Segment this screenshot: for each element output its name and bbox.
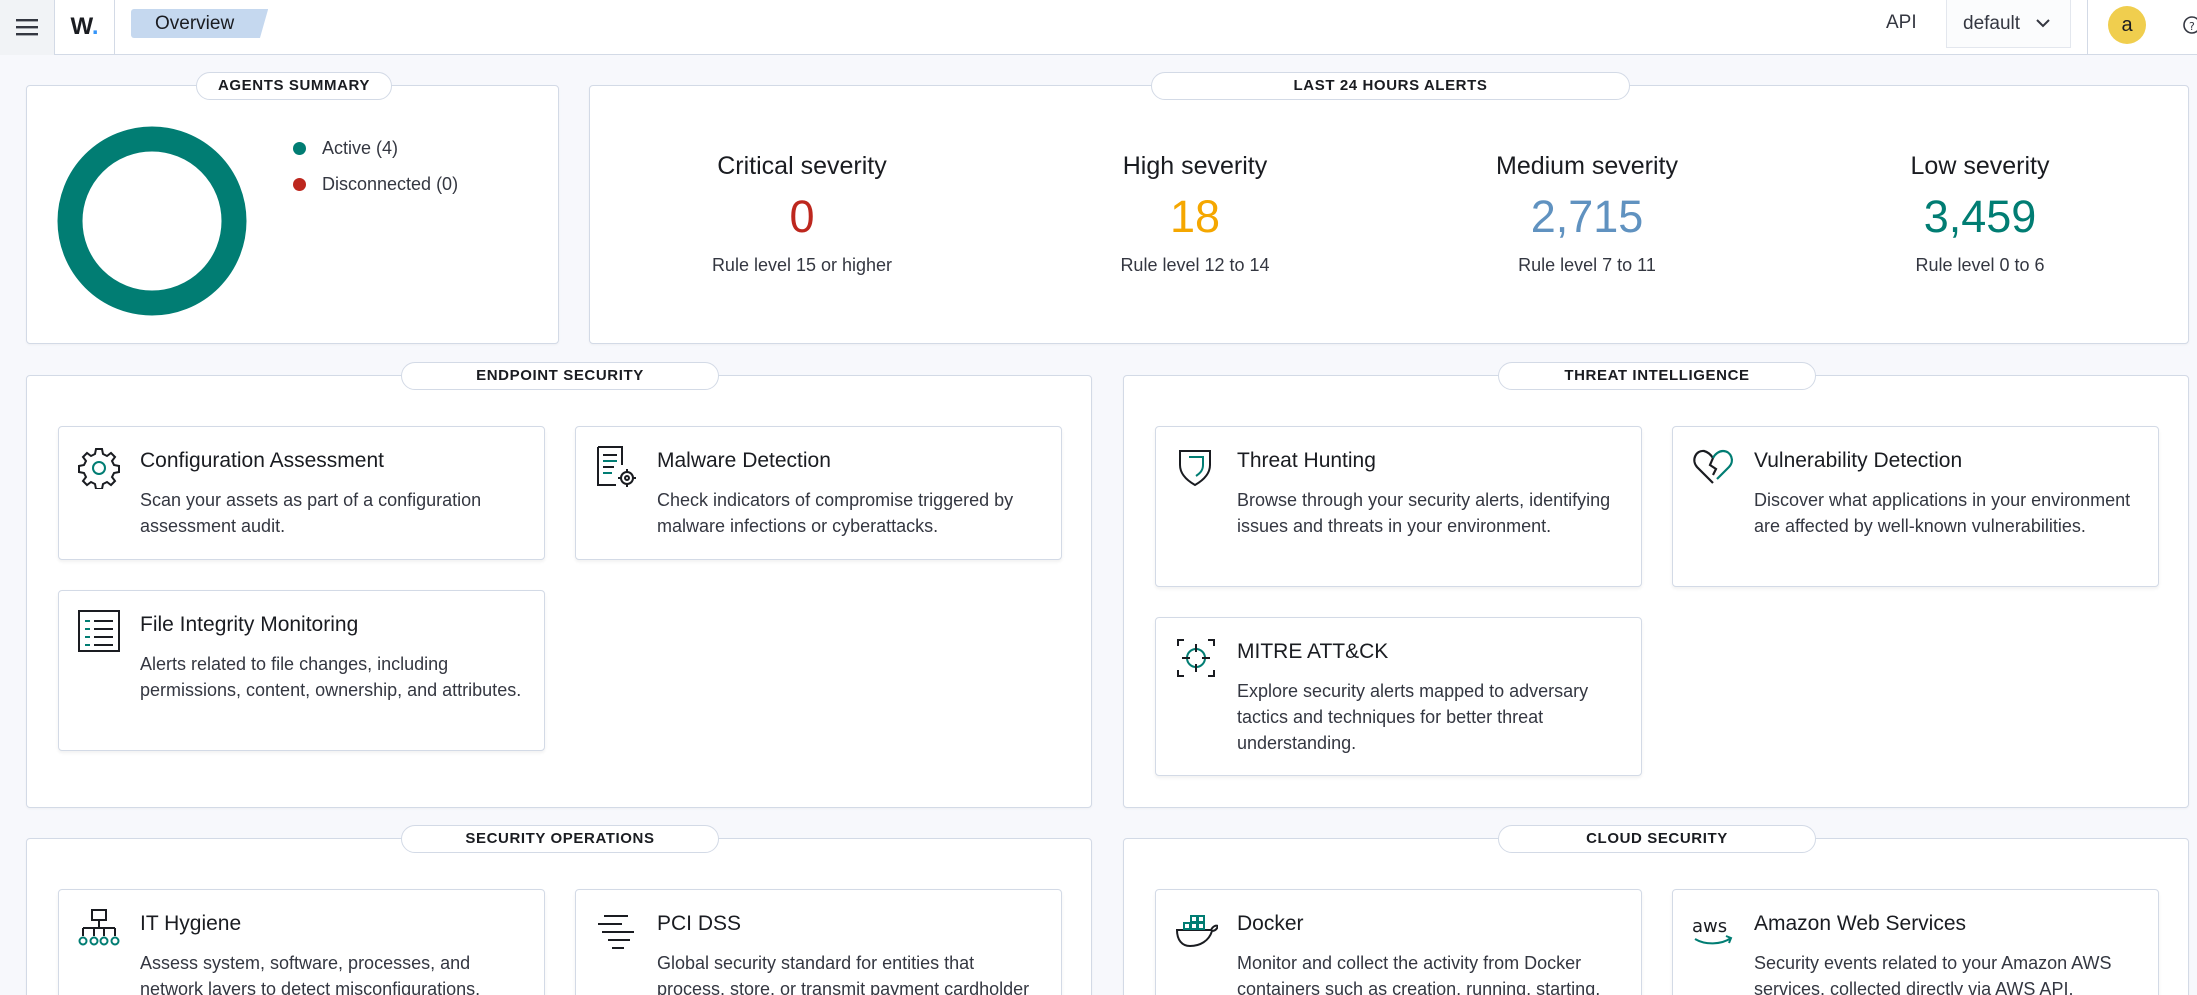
endpoint-security-panel: ENDPOINT SECURITY Configuration Assessme… (26, 362, 1092, 808)
card-description: Scan your assets as part of a configurat… (140, 490, 482, 536)
card-title: Vulnerability Detection (1754, 449, 1963, 472)
panel-title: AGENTS SUMMARY (196, 72, 392, 100)
chevron-down-icon (2036, 19, 2050, 28)
panel-title: SECURITY OPERATIONS (401, 825, 719, 853)
card-title: PCI DSS (657, 912, 742, 935)
status-dot-icon (293, 142, 306, 155)
severity-label: High severity (1122, 152, 1268, 180)
api-label[interactable]: API (1886, 12, 1917, 34)
severity-value[interactable]: 18 (1045, 191, 1345, 243)
alerts-panel: LAST 24 HOURS ALERTS Critical severity 0… (589, 72, 2189, 344)
docker-card[interactable]: Docker Monitor and collect the activity … (1155, 889, 1642, 995)
severity-value[interactable]: 0 (652, 191, 952, 243)
hamburger-icon (16, 19, 38, 36)
breadcrumb-overview[interactable]: Overview (131, 9, 269, 38)
card-description: Alerts related to file changes, includin… (140, 654, 522, 700)
docker-icon (1175, 915, 1218, 948)
legend-label: Active (4) (322, 138, 399, 158)
lines-icon (598, 915, 634, 949)
threat-hunting-card[interactable]: Threat Hunting Browse through your secur… (1155, 426, 1642, 587)
help-icon[interactable]: ? (2182, 16, 2197, 34)
aws-icon: aws (1692, 916, 1733, 945)
header-divider (2087, 0, 2088, 55)
crosshair-icon (1177, 639, 1215, 677)
agents-summary-panel: AGENTS SUMMARY Active (4) Disconnected (… (26, 72, 559, 344)
severity-value[interactable]: 2,715 (1437, 191, 1737, 243)
status-dot-icon (293, 178, 306, 191)
wazuh-logo: W. (70, 13, 99, 40)
card-description: Explore security alerts mapped to advers… (1237, 681, 1589, 753)
svg-text:?: ? (2189, 20, 2195, 33)
severity-value[interactable]: 3,459 (1830, 191, 2130, 243)
file-integrity-monitoring-card[interactable]: File Integrity Monitoring Alerts related… (58, 590, 545, 751)
menu-button[interactable] (0, 0, 55, 55)
panel-title: ENDPOINT SECURITY (401, 362, 719, 390)
home-logo-link[interactable]: W. (55, 0, 115, 55)
agents-donut-chart[interactable] (57, 126, 247, 316)
severity-label: Low severity (1910, 152, 2050, 180)
severity-desc: Rule level 12 to 14 (1120, 255, 1270, 275)
it-hygiene-card[interactable]: IT Hygiene Assess system, software, proc… (58, 889, 545, 995)
card-description: Global security standard for entities th… (657, 953, 1030, 995)
card-description: Assess system, software, processes, and … (140, 953, 481, 995)
panel-title: LAST 24 HOURS ALERTS (1151, 72, 1630, 100)
legend-active[interactable]: Active (4) (293, 138, 398, 159)
card-description: Check indicators of compromise triggered… (657, 490, 1014, 536)
threat-intelligence-panel: THREAT INTELLIGENCE Threat Hunting Brows… (1123, 362, 2189, 808)
critical-severity-stat[interactable]: Critical severity 0 Rule level 15 or hig… (652, 152, 952, 276)
card-title: Configuration Assessment (140, 449, 384, 472)
card-title: Amazon Web Services (1754, 912, 1967, 935)
malware-detection-card[interactable]: Malware Detection Check indicators of co… (575, 426, 1062, 560)
severity-desc: Rule level 0 to 6 (1915, 255, 2045, 275)
card-title: IT Hygiene (140, 912, 242, 935)
severity-desc: Rule level 15 or higher (711, 255, 893, 275)
amazon-web-services-card[interactable]: aws Amazon Web Services Security events … (1672, 889, 2159, 995)
card-description: Browse through your security alerts, ide… (1237, 490, 1611, 536)
index-pattern-select[interactable]: default (1946, 0, 2071, 48)
card-title: Malware Detection (657, 449, 831, 472)
card-title: File Integrity Monitoring (140, 613, 359, 636)
severity-label: Medium severity (1496, 152, 1678, 180)
pci-dss-card[interactable]: PCI DSS Global security standard for ent… (575, 889, 1062, 995)
card-description: Monitor and collect the activity from Do… (1237, 953, 1601, 995)
legend-disconnected[interactable]: Disconnected (0) (293, 174, 458, 195)
list-icon (78, 610, 120, 652)
network-icon (78, 909, 120, 946)
legend-label: Disconnected (0) (322, 174, 459, 194)
configuration-assessment-card[interactable]: Configuration Assessment Scan your asset… (58, 426, 545, 560)
mitre-attack-card[interactable]: MITRE ATT&CK Explore security alerts map… (1155, 617, 1642, 776)
vulnerability-detection-card[interactable]: Vulnerability Detection Discover what ap… (1672, 426, 2159, 587)
security-operations-panel: SECURITY OPERATIONS IT Hygiene Assess sy… (26, 825, 1092, 995)
broken-heart-icon (1693, 449, 1733, 484)
document-gear-icon (597, 446, 636, 487)
card-title: Threat Hunting (1237, 449, 1376, 472)
cloud-security-panel: CLOUD SECURITY Docker Monitor and collec… (1123, 825, 2189, 995)
gear-icon (78, 448, 120, 489)
medium-severity-stat[interactable]: Medium severity 2,715 Rule level 7 to 11 (1437, 152, 1737, 276)
low-severity-stat[interactable]: Low severity 3,459 Rule level 0 to 6 (1830, 152, 2130, 276)
donut-active-segment (57, 126, 247, 316)
severity-desc: Rule level 7 to 11 (1518, 255, 1656, 275)
svg-text:aws: aws (1692, 916, 1727, 937)
card-title: MITRE ATT&CK (1237, 640, 1389, 663)
severity-label: Critical severity (717, 152, 887, 180)
card-description: Discover what applications in your envir… (1754, 490, 2131, 536)
high-severity-stat[interactable]: High severity 18 Rule level 12 to 14 (1045, 152, 1345, 276)
shield-icon (1179, 450, 1211, 487)
top-header: W. (0, 0, 2197, 55)
panel-title: CLOUD SECURITY (1498, 825, 1816, 853)
user-avatar[interactable]: a (2108, 6, 2146, 44)
panel-title: THREAT INTELLIGENCE (1498, 362, 1816, 390)
card-description: Security events related to your Amazon A… (1754, 953, 2112, 995)
card-title: Docker (1237, 912, 1304, 935)
select-value: default (1963, 12, 2021, 34)
